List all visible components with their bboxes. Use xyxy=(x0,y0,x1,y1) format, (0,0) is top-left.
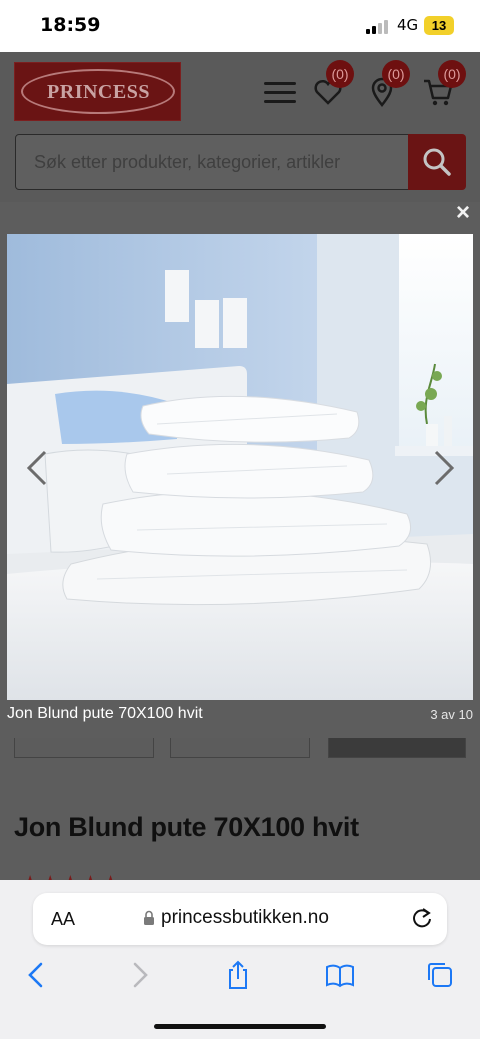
signal-icon xyxy=(366,20,388,34)
bookmarks-icon[interactable] xyxy=(325,960,355,990)
next-image-arrow[interactable] xyxy=(431,448,457,488)
battery-level: 13 xyxy=(431,18,447,33)
stores-badge: (0) xyxy=(382,60,410,88)
thumbnail[interactable] xyxy=(328,738,466,758)
previous-image-arrow[interactable] xyxy=(24,448,50,488)
share-icon[interactable] xyxy=(223,960,253,990)
network-label: 4G xyxy=(397,16,419,34)
lock-icon xyxy=(144,910,154,925)
wishlist-badge: (0) xyxy=(326,60,354,88)
forward-icon[interactable] xyxy=(124,960,154,990)
image-counter: 3 av 10 xyxy=(430,707,473,722)
status-time: 18:59 xyxy=(40,14,101,36)
search-button[interactable] xyxy=(408,134,466,190)
reload-icon[interactable] xyxy=(411,907,433,929)
tabs-icon[interactable] xyxy=(425,960,455,990)
thumbnail[interactable] xyxy=(170,738,310,758)
site-header: PRINCESS (0) (0) (0) Søk etter produkter… xyxy=(0,52,480,202)
address-bar[interactable]: AA princessbutikken.no xyxy=(33,893,447,945)
princess-logo[interactable]: PRINCESS xyxy=(14,62,181,121)
url-text: princessbutikken.no xyxy=(161,907,329,928)
browser-toolbar: AA princessbutikken.no xyxy=(0,880,480,1039)
logo-text: PRINCESS xyxy=(47,81,150,103)
pillows-photo xyxy=(7,234,473,700)
status-bar: 18:59 4G 13 xyxy=(0,0,480,52)
reader-aa-button[interactable]: AA xyxy=(51,909,75,930)
product-title: Jon Blund pute 70X100 hvit xyxy=(14,812,359,842)
thumbnail[interactable] xyxy=(14,738,154,758)
lightbox-caption: Jon Blund pute 70X100 hvit xyxy=(7,705,203,722)
close-button[interactable]: × xyxy=(452,201,474,225)
product-photo xyxy=(7,234,473,700)
menu-icon[interactable] xyxy=(264,80,298,104)
search-placeholder: Søk etter produkter, kategorier, artikle… xyxy=(34,152,341,172)
home-indicator xyxy=(154,1024,326,1029)
battery-icon: 13 xyxy=(424,16,454,35)
back-icon[interactable] xyxy=(22,960,52,990)
search-icon xyxy=(423,148,451,176)
search-input[interactable]: Søk etter produkter, kategorier, artikle… xyxy=(15,134,410,190)
cart-badge: (0) xyxy=(438,60,466,88)
